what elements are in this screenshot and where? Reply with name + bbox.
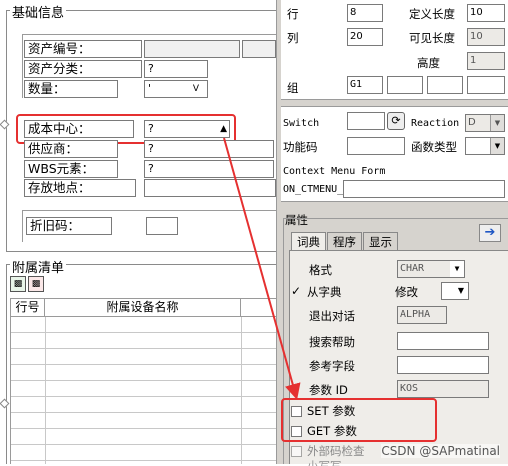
annotation-arrow	[223, 137, 301, 400]
watermark: CSDN @SAPmatinal	[381, 444, 500, 458]
